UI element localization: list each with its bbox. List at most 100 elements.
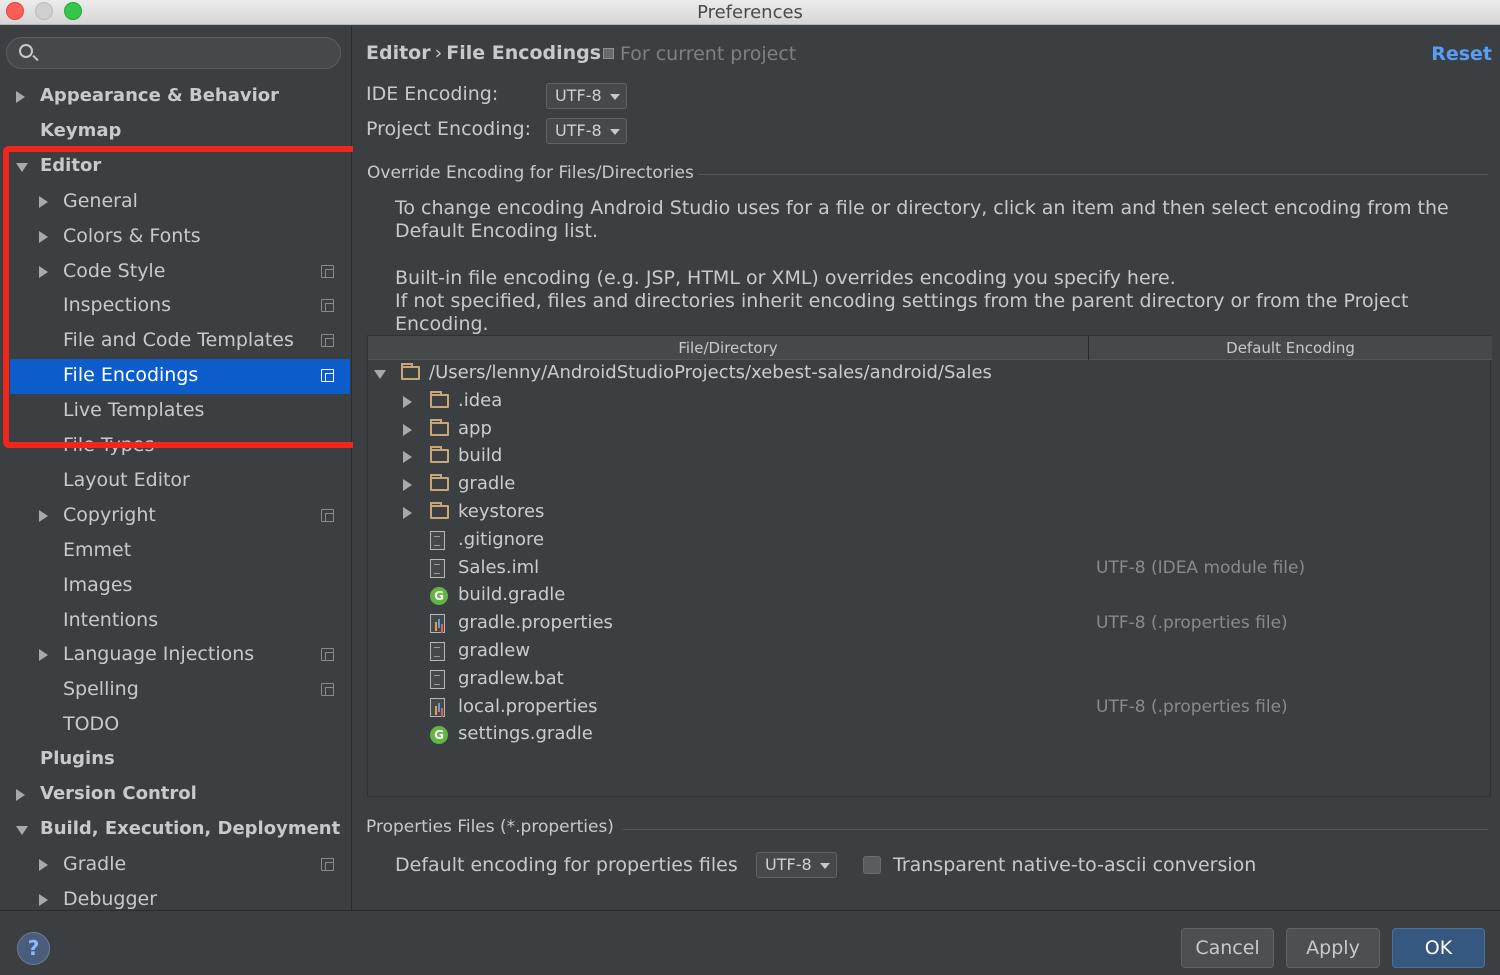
reset-link[interactable]: Reset: [1431, 43, 1492, 65]
chevron-right-icon[interactable]: [39, 649, 48, 662]
help-icon[interactable]: ?: [17, 932, 50, 965]
sidebar-item-debugger[interactable]: Debugger: [0, 883, 351, 910]
sidebar-item-label: Inspections: [63, 294, 172, 317]
table-row[interactable]: Gbuild.gradle: [368, 582, 1492, 610]
table-row[interactable]: gradlew: [368, 638, 1492, 666]
file-name: app: [458, 417, 492, 439]
sidebar-item-label: Appearance & Behavior: [40, 85, 280, 106]
chevron-right-icon[interactable]: [16, 91, 25, 103]
sidebar-item-plugins[interactable]: Plugins: [0, 743, 351, 778]
table-row[interactable]: .idea: [368, 388, 1492, 416]
sidebar-item-file-encodings[interactable]: File Encodings: [10, 359, 350, 395]
properties-section-title: Properties Files (*.properties): [366, 817, 614, 837]
chevron-right-icon[interactable]: [403, 451, 412, 464]
file-encoding-value[interactable]: UTF-8 (.properties file): [1096, 613, 1288, 633]
sidebar-item-label: Keymap: [40, 119, 122, 141]
gradle-icon: G: [430, 587, 448, 606]
ide-encoding-combo[interactable]: UTF-8: [546, 83, 627, 109]
table-row[interactable]: gradlew.bat: [368, 666, 1492, 694]
sidebar-item-language-injections[interactable]: Language Injections: [0, 638, 351, 673]
sidebar-item-file-and-code-templates[interactable]: File and Code Templates: [0, 324, 351, 359]
sidebar-item-editor[interactable]: Editor: [0, 150, 351, 185]
project-encoding-combo[interactable]: UTF-8: [546, 118, 627, 144]
override-section-title: Override Encoding for Files/Directories: [367, 163, 694, 183]
transparent-conversion-label[interactable]: Transparent native-to-ascii conversion: [893, 854, 1256, 876]
file-name: Sales.iml: [458, 556, 540, 578]
file-name: gradlew.bat: [458, 667, 564, 689]
properties-file-icon: [430, 614, 445, 634]
apply-button[interactable]: Apply: [1286, 928, 1380, 968]
sidebar-item-copyright[interactable]: Copyright: [0, 499, 351, 534]
column-header-encoding[interactable]: Default Encoding: [1089, 339, 1492, 357]
project-encoding-label: Project Encoding:: [366, 118, 532, 140]
sidebar-item-version-control[interactable]: Version Control: [0, 778, 351, 813]
sidebar-item-label: Debugger: [63, 887, 158, 910]
project-encoding-value: UTF-8: [555, 121, 602, 140]
chevron-right-icon[interactable]: [39, 230, 48, 243]
override-description-2: Built-in file encoding (e.g. JSP, HTML o…: [395, 267, 1500, 336]
table-row[interactable]: /Users/lenny/AndroidStudioProjects/xebes…: [368, 360, 1492, 388]
properties-encoding-combo[interactable]: UTF-8: [756, 852, 837, 878]
chevron-down-icon[interactable]: [16, 825, 28, 835]
chevron-right-icon[interactable]: [403, 507, 412, 519]
sidebar-item-code-style[interactable]: Code Style: [0, 255, 351, 290]
breadcrumb-separator: ›: [434, 42, 443, 64]
sidebar-item-inspections[interactable]: Inspections: [0, 289, 351, 324]
table-row[interactable]: build: [368, 443, 1492, 471]
sidebar-item-file-types[interactable]: File Types: [0, 429, 351, 464]
chevron-right-icon[interactable]: [403, 479, 412, 492]
chevron-down-icon[interactable]: [374, 370, 386, 379]
file-encoding-value[interactable]: UTF-8 (.properties file): [1096, 697, 1288, 717]
file-encoding-value[interactable]: UTF-8 (IDEA module file): [1096, 558, 1305, 578]
ide-encoding-value: UTF-8: [555, 86, 602, 105]
table-row[interactable]: .gitignore: [368, 527, 1492, 555]
sidebar-item-spelling[interactable]: Spelling: [0, 673, 351, 708]
chevron-right-icon[interactable]: [39, 265, 48, 278]
module-file-icon: [430, 558, 445, 578]
file-name: gradle.properties: [458, 612, 613, 634]
table-row[interactable]: local.properties UTF-8 (.properties file): [368, 694, 1492, 722]
ok-button[interactable]: OK: [1392, 928, 1485, 968]
sidebar-item-colors-fonts[interactable]: Colors & Fonts: [0, 220, 351, 255]
cancel-button[interactable]: Cancel: [1181, 928, 1274, 968]
transparent-conversion-checkbox[interactable]: [863, 856, 881, 874]
sidebar-item-build-execution-deployment[interactable]: Build, Execution, Deployment: [0, 813, 351, 848]
chevron-right-icon[interactable]: [39, 893, 48, 906]
sidebar-item-images[interactable]: Images: [0, 569, 351, 604]
chevron-right-icon[interactable]: [403, 423, 412, 436]
text-file-icon: [430, 642, 445, 661]
sidebar-item-layout-editor[interactable]: Layout Editor: [0, 464, 351, 499]
table-row[interactable]: Gsettings.gradle: [368, 721, 1492, 749]
chevron-right-icon[interactable]: [16, 789, 25, 801]
section-divider: [623, 829, 1488, 830]
chevron-right-icon[interactable]: [403, 395, 412, 408]
search-field[interactable]: [6, 37, 341, 69]
sidebar-item-gradle[interactable]: Gradle: [0, 848, 351, 883]
sidebar-item-label: Emmet: [63, 538, 132, 561]
sidebar-item-intentions[interactable]: Intentions: [0, 604, 351, 639]
chevron-right-icon[interactable]: [39, 858, 48, 871]
chevron-right-icon[interactable]: [39, 195, 48, 208]
column-header-file[interactable]: File/Directory: [368, 339, 1088, 357]
sidebar-item-label: Spelling: [63, 678, 139, 701]
file-name: settings.gradle: [458, 723, 593, 745]
file-encodings-table: File/Directory Default Encoding /Users/l…: [367, 335, 1492, 797]
table-row[interactable]: gradle.properties UTF-8 (.properties file…: [368, 610, 1492, 638]
file-name: build.gradle: [458, 584, 566, 606]
project-scope-icon: [321, 508, 334, 522]
sidebar-item-keymap[interactable]: Keymap: [0, 115, 351, 150]
sidebar-item-appearance-behavior[interactable]: Appearance & Behavior: [0, 80, 351, 115]
sidebar-item-todo[interactable]: TODO: [0, 708, 351, 743]
sidebar-item-emmet[interactable]: Emmet: [0, 534, 351, 569]
table-row[interactable]: gradle: [368, 471, 1492, 499]
table-row[interactable]: keystores: [368, 499, 1492, 527]
text-file-icon: [430, 530, 445, 550]
chevron-right-icon[interactable]: [39, 509, 48, 522]
table-row[interactable]: Sales.iml UTF-8 (IDEA module file): [368, 555, 1492, 583]
chevron-down-icon[interactable]: [16, 162, 28, 172]
sidebar-item-live-templates[interactable]: Live Templates: [0, 394, 351, 429]
settings-sidebar: Appearance & Behavior Keymap Editor General…: [0, 26, 352, 910]
table-row[interactable]: app: [368, 416, 1492, 444]
sidebar-item-general[interactable]: General: [0, 185, 351, 220]
breadcrumb-parent: Editor: [366, 42, 431, 64]
